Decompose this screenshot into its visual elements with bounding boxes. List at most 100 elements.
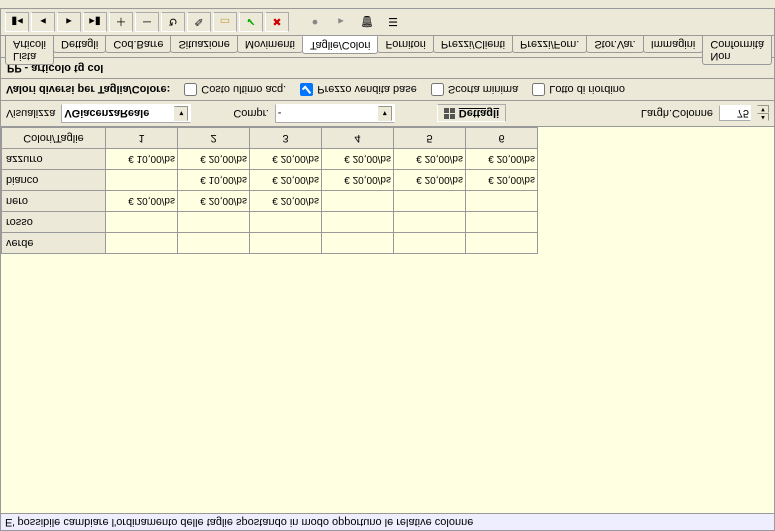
largh-colonne-input[interactable]: [719, 106, 751, 122]
nav-properties-button[interactable]: ☰: [381, 12, 405, 32]
tab-prezzi-clienti[interactable]: Prezzi/Clienti: [433, 36, 513, 53]
visualizza-select[interactable]: VGiacenzaReale ▾: [61, 104, 191, 123]
col-header[interactable]: 4: [322, 128, 394, 149]
col-header[interactable]: 3: [250, 128, 322, 149]
largh-colonne-spinner[interactable]: ▲ ▼: [757, 106, 769, 122]
nav-first-button[interactable]: ▮◂: [5, 12, 29, 32]
cb-scorta[interactable]: Scorta minima: [431, 83, 518, 96]
tab-movimenti[interactable]: Movimenti: [237, 36, 303, 53]
grid-cell[interactable]: € 20,00/bs: [466, 170, 538, 191]
cb-costo[interactable]: Costo ultimo acq.: [184, 83, 286, 96]
nav-prev-button[interactable]: ◂: [31, 12, 55, 32]
options-bar: Visualizza VGiacenzaReale ▾ Compr. - ▾ D…: [0, 100, 775, 126]
prev-icon: ◂: [40, 16, 46, 29]
grid-cell[interactable]: € 20,00/bs: [250, 149, 322, 170]
nav-play-button[interactable]: ▸: [329, 12, 353, 32]
cb-costo-input[interactable]: [184, 83, 197, 96]
nav-next-button[interactable]: ▸: [57, 12, 81, 32]
visualizza-label: Visualizza: [6, 108, 55, 120]
grid-cell[interactable]: [178, 212, 250, 233]
grid-cell[interactable]: [394, 212, 466, 233]
size-color-grid[interactable]: verde rosso nero € 20,00/bs € 20,00/bs €…: [1, 127, 538, 254]
grid-icon: [444, 108, 455, 119]
col-header[interactable]: 2: [178, 128, 250, 149]
grid-cell[interactable]: [322, 212, 394, 233]
grid-cell[interactable]: [106, 233, 178, 254]
grid-cell[interactable]: [106, 212, 178, 233]
grid-cell[interactable]: [178, 233, 250, 254]
cb-prezzo-label: Prezzo vendita base: [317, 84, 417, 96]
grid-cell[interactable]: € 10,00/bs: [178, 170, 250, 191]
refresh-icon: ↻: [168, 16, 177, 29]
grid-cell[interactable]: € 20,00/bs: [394, 170, 466, 191]
nav-confirm-button[interactable]: ✔: [239, 12, 263, 32]
properties-icon: ☰: [388, 16, 398, 29]
dettagli-label: Dettagli: [459, 108, 499, 120]
cb-lotto-input[interactable]: [532, 83, 545, 96]
grid-cell[interactable]: [250, 233, 322, 254]
pencil-icon: ✎: [194, 16, 203, 29]
grid-cell[interactable]: € 20,00/bs: [178, 149, 250, 170]
col-header[interactable]: 6: [466, 128, 538, 149]
spin-down-icon[interactable]: ▼: [757, 106, 769, 114]
row-header: bianco: [2, 170, 106, 191]
chevron-down-icon[interactable]: ▾: [378, 106, 392, 121]
cb-scorta-input[interactable]: [431, 83, 444, 96]
nav-last-button[interactable]: ▸▮: [83, 12, 107, 32]
grid-cell[interactable]: [466, 212, 538, 233]
grid-cell[interactable]: [466, 191, 538, 212]
nav-record-button[interactable]: ●: [303, 12, 327, 32]
trash-icon: 🗑: [360, 16, 374, 29]
tab-taglie-colori[interactable]: Taglie/Colori: [302, 36, 379, 54]
row-header: nero: [2, 191, 106, 212]
nav-cancel-button[interactable]: ✖: [265, 12, 289, 32]
grid-cell[interactable]: € 20,00/bs: [394, 149, 466, 170]
cb-costo-label: Costo ultimo acq.: [201, 84, 286, 96]
grid-cell[interactable]: € 20,00/bs: [106, 191, 178, 212]
cb-lotto-label: Lotto di riordino: [549, 84, 625, 96]
grid-cell[interactable]: € 20,00/bs: [250, 170, 322, 191]
grid-cell[interactable]: € 20,00/bs: [250, 191, 322, 212]
cb-prezzo[interactable]: Prezzo vendita base: [300, 83, 417, 96]
nav-delete-button[interactable]: 🗑: [355, 12, 379, 32]
cb-prezzo-input[interactable]: [300, 83, 313, 96]
grid-cell[interactable]: [466, 233, 538, 254]
tab-non-conformita[interactable]: Non Conformità: [702, 36, 772, 65]
grid-cell[interactable]: € 20,00/bs: [322, 149, 394, 170]
nav-edit-button[interactable]: ✎: [187, 12, 211, 32]
grid-cell[interactable]: [394, 191, 466, 212]
grid-cell[interactable]: [322, 233, 394, 254]
compr-select[interactable]: - ▾: [275, 104, 395, 123]
tab-situazione[interactable]: Situazione: [170, 36, 237, 53]
nav-save-button[interactable]: ▭: [213, 12, 237, 32]
hint-bar: E' possibile cambiare l'ordinamento dell…: [0, 513, 775, 531]
spin-up-icon[interactable]: ▲: [757, 114, 769, 122]
grid-cell[interactable]: € 10,00/bs: [106, 149, 178, 170]
col-header[interactable]: 5: [394, 128, 466, 149]
nav-add-button[interactable]: ＋: [109, 12, 133, 32]
tab-immagini[interactable]: Immagini: [643, 36, 704, 53]
grid-cell[interactable]: [250, 212, 322, 233]
grid-cell[interactable]: € 20,00/bs: [322, 170, 394, 191]
first-icon: ▮◂: [11, 16, 23, 29]
grid-cell[interactable]: € 20,00/bs: [466, 149, 538, 170]
tab-dettagli[interactable]: Dettagli: [53, 36, 106, 53]
dettagli-button[interactable]: Dettagli: [437, 105, 506, 123]
tab-fornitori[interactable]: Fornitori: [377, 36, 433, 53]
grid-cell[interactable]: € 20,00/bs: [178, 191, 250, 212]
nav-refresh-button[interactable]: ↻: [161, 12, 185, 32]
nav-remove-button[interactable]: －: [135, 12, 159, 32]
col-header[interactable]: 1: [106, 128, 178, 149]
chevron-down-icon[interactable]: ▾: [174, 106, 188, 121]
largh-colonne-label: Largh.Colonne: [641, 108, 713, 120]
tab-cod-barre[interactable]: Cod.Barre: [105, 36, 171, 53]
last-icon: ▸▮: [89, 16, 101, 29]
row-header: rosso: [2, 212, 106, 233]
grid-cell[interactable]: [322, 191, 394, 212]
tab-lista-articoli[interactable]: Lista Articoli: [5, 36, 54, 65]
tab-prezzi-forn[interactable]: Prezzi/Forn.: [512, 36, 587, 53]
tab-stor-var[interactable]: Stor.Var.: [586, 36, 643, 53]
grid-cell[interactable]: [106, 170, 178, 191]
grid-cell[interactable]: [394, 233, 466, 254]
cb-lotto[interactable]: Lotto di riordino: [532, 83, 625, 96]
